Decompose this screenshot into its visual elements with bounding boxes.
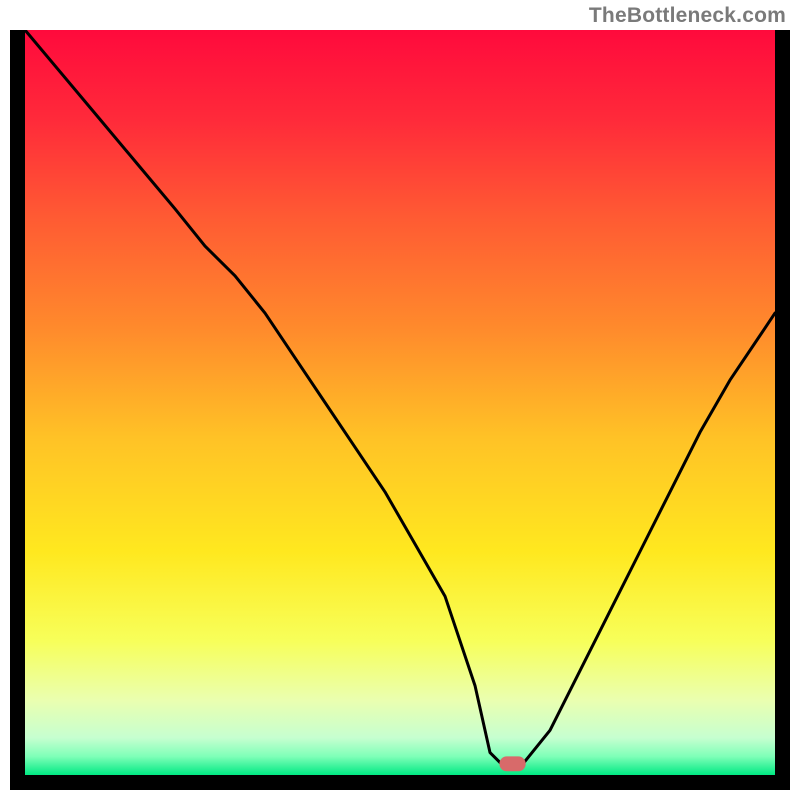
watermark-text: TheBottleneck.com	[589, 4, 786, 28]
chart-container: TheBottleneck.com	[0, 0, 800, 800]
gradient-background	[25, 30, 775, 775]
chart-svg	[25, 30, 775, 775]
optimal-marker	[499, 756, 525, 771]
plot-area	[25, 30, 775, 775]
plot-frame	[10, 30, 790, 790]
